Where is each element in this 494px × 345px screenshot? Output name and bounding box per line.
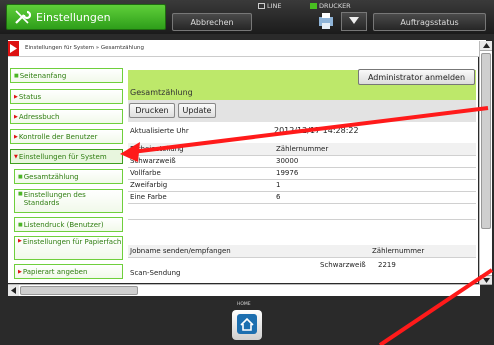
arrow-down-icon: ▼ <box>14 153 18 160</box>
home-label: HOME <box>237 302 251 307</box>
scroll-thumb[interactable] <box>481 53 491 229</box>
breadcrumb-text: Einstellungen für System » Gesamtzählung <box>25 45 144 51</box>
table-cell-value: 6 <box>274 191 476 204</box>
home-icon <box>237 314 257 336</box>
job-row-mode: Schwarzweiß <box>320 261 366 269</box>
sidebar-item-kontrolle-der-benutzer[interactable]: ▶ Kontrolle der Benutzer <box>10 129 123 144</box>
update-button[interactable]: Update <box>178 103 216 118</box>
divider <box>128 219 476 239</box>
app-title-label: Einstellungen <box>36 10 111 24</box>
horizontal-scrollbar[interactable] <box>8 284 480 296</box>
printer-label: DRUCKER <box>319 2 351 10</box>
table-row: Zweifarbig 1 <box>128 179 476 192</box>
table-cell-value: 19976 <box>274 167 476 180</box>
scroll-up-icon[interactable] <box>480 41 492 51</box>
arrow-right-icon: ▶ <box>18 238 22 244</box>
table-header-cell: Zählernummer <box>274 143 476 156</box>
sidebar-item-einstellungen-des-standards[interactable]: ■ Einstellungen des Standards <box>14 189 123 213</box>
arrow-right-icon: ▶ <box>18 268 22 275</box>
table-header-row: Jobname senden/empfangen Zählernummer <box>128 245 476 258</box>
vertical-scrollbar[interactable] <box>479 41 492 285</box>
job-status-button[interactable]: Auftragsstatus <box>373 13 486 31</box>
job-dropdown-button[interactable] <box>341 12 367 31</box>
arrow-right-icon: ▶ <box>14 113 18 120</box>
job-row-value: 2219 <box>378 261 396 269</box>
main-frame: ■ Seitenanfang ▶ Status ▶ Adressbuch ▶ Kontr… <box>8 57 478 283</box>
table-header-row: Farbeinstellung Zählernummer <box>128 143 476 156</box>
arrow-right-icon: ▶ <box>14 133 18 140</box>
app-title: Einstellungen <box>6 4 166 30</box>
scroll-down-icon[interactable] <box>480 275 492 285</box>
sidebar-item-listendruck-benutzer[interactable]: ■ Listendruck (Benutzer) <box>14 217 123 232</box>
table-cell-value: 1 <box>274 179 476 192</box>
printer-icon <box>316 11 336 31</box>
bullet-icon: ■ <box>18 191 23 197</box>
sidebar-item-adressbuch[interactable]: ▶ Adressbuch <box>10 109 123 124</box>
job-counter-table: Jobname senden/empfangen Zählernummer <box>128 245 476 258</box>
admin-login-button[interactable]: Administrator anmelden <box>358 69 475 85</box>
updated-label: Aktualisierte Uhr <box>130 127 189 135</box>
sidebar-item-seitenanfang[interactable]: ■ Seitenanfang <box>10 68 123 83</box>
line-indicator: LINE <box>258 2 282 10</box>
table-cell-label: Zweifarbig <box>128 179 274 192</box>
breadcrumb: Einstellungen für System » Gesamtzählung <box>8 40 486 57</box>
bullet-icon: ■ <box>18 173 23 180</box>
scroll-thumb-horizontal[interactable] <box>20 286 138 295</box>
sidebar: ■ Seitenanfang ▶ Status ▶ Adressbuch ▶ Kontr… <box>8 57 125 283</box>
breadcrumb-arrow-icon[interactable] <box>8 40 19 56</box>
table-header-cell: Farbeinstellung <box>128 143 274 156</box>
bullet-icon: ■ <box>18 221 23 228</box>
line-label: LINE <box>267 2 282 10</box>
updated-timestamp: 2012/12/17 14:28:22 <box>274 126 359 135</box>
table-row: Schwarzweiß 30000 <box>128 155 476 168</box>
chevron-down-icon <box>349 17 359 26</box>
table-cell-label: Schwarzweiß <box>128 155 274 168</box>
print-button[interactable]: Drucken <box>129 103 175 118</box>
sidebar-item-einstellungen-fuer-system[interactable]: ▼ Einstellungen für System <box>10 149 123 164</box>
arrow-right-icon: ▶ <box>14 93 18 100</box>
table-row: Eine Farbe 6 <box>128 191 476 204</box>
line-status-icon <box>258 3 265 9</box>
printer-indicator: DRUCKER <box>310 2 351 10</box>
table-row: Vollfarbe 19976 <box>128 167 476 180</box>
home-button[interactable] <box>232 310 262 340</box>
table-cell-label: Vollfarbe <box>128 167 274 180</box>
sidebar-item-status[interactable]: ▶ Status <box>10 89 123 104</box>
table-cell-value: 30000 <box>274 155 476 168</box>
table-header-cell: Zählernummer <box>370 245 476 258</box>
job-row-label: Scan-Sendung <box>130 269 181 277</box>
color-counter-table: Farbeinstellung Zählernummer Schwarzweiß… <box>128 143 476 204</box>
sidebar-item-einstellungen-fuer-papierfach[interactable]: ▶ Einstellungen für Papierfach <box>14 236 123 260</box>
bullet-icon: ■ <box>14 72 19 79</box>
cancel-button[interactable]: Abbrechen <box>172 13 252 31</box>
table-header-cell: Jobname senden/empfangen <box>128 245 370 258</box>
top-bar: Einstellungen Abbrechen LINE DRUCKER Auf… <box>0 0 494 34</box>
page-title: Gesamtzählung <box>130 88 193 97</box>
scroll-left-icon[interactable] <box>8 285 19 296</box>
content-panel: Administrator anmelden Gesamtzählung Dru… <box>128 57 476 283</box>
table-cell-label: Eine Farbe <box>128 191 274 204</box>
sidebar-item-gesamtzaehlung[interactable]: ■ Gesamtzählung <box>14 169 123 184</box>
wrench-icon <box>11 6 33 28</box>
sidebar-item-papierart-angeben[interactable]: ▶ Papierart angeben <box>14 264 123 279</box>
printer-status-icon <box>310 3 317 9</box>
